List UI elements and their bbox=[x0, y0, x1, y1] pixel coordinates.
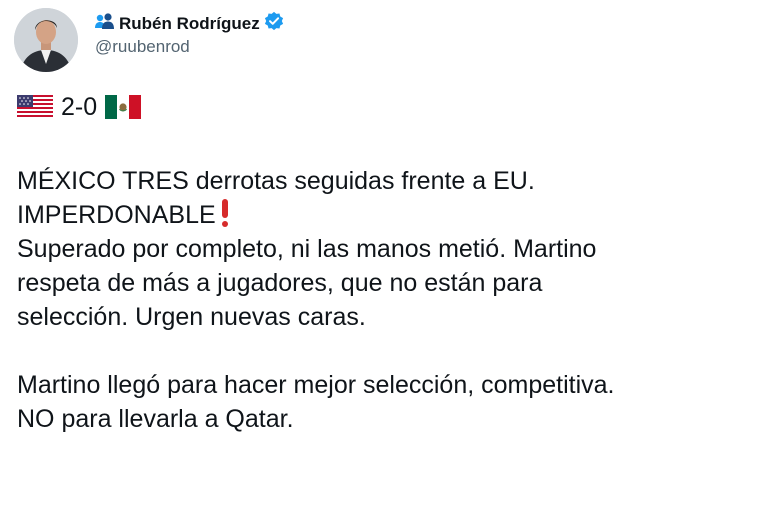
red-exclamation-icon bbox=[221, 199, 228, 227]
community-icon bbox=[95, 12, 115, 35]
author-display-name: Rubén Rodríguez bbox=[119, 13, 260, 33]
score-line: 2-0 bbox=[17, 93, 142, 121]
author-handle[interactable]: @ruubenrod bbox=[95, 37, 190, 57]
verified-badge-icon bbox=[264, 11, 284, 36]
author-display-name-row[interactable]: Rubén Rodríguez bbox=[95, 11, 284, 36]
match-score: 2-0 bbox=[61, 93, 98, 121]
tweet-text: MÉXICO TRES derrotas seguidas frente a E… bbox=[17, 164, 757, 436]
us-flag-icon bbox=[17, 95, 53, 119]
tweet-paragraph-3: Martino llegó para hacer mejor selección… bbox=[17, 371, 615, 433]
tweet-paragraph-2: Superado por completo, ni las manos meti… bbox=[17, 235, 597, 331]
mexico-flag-icon bbox=[105, 95, 142, 119]
tweet-paragraph-1: MÉXICO TRES derrotas seguidas frente a E… bbox=[17, 167, 535, 229]
avatar[interactable] bbox=[14, 8, 78, 72]
tweet: Rubén Rodríguez @ruubenrod 2-0 MÉXICO TR… bbox=[0, 0, 768, 509]
